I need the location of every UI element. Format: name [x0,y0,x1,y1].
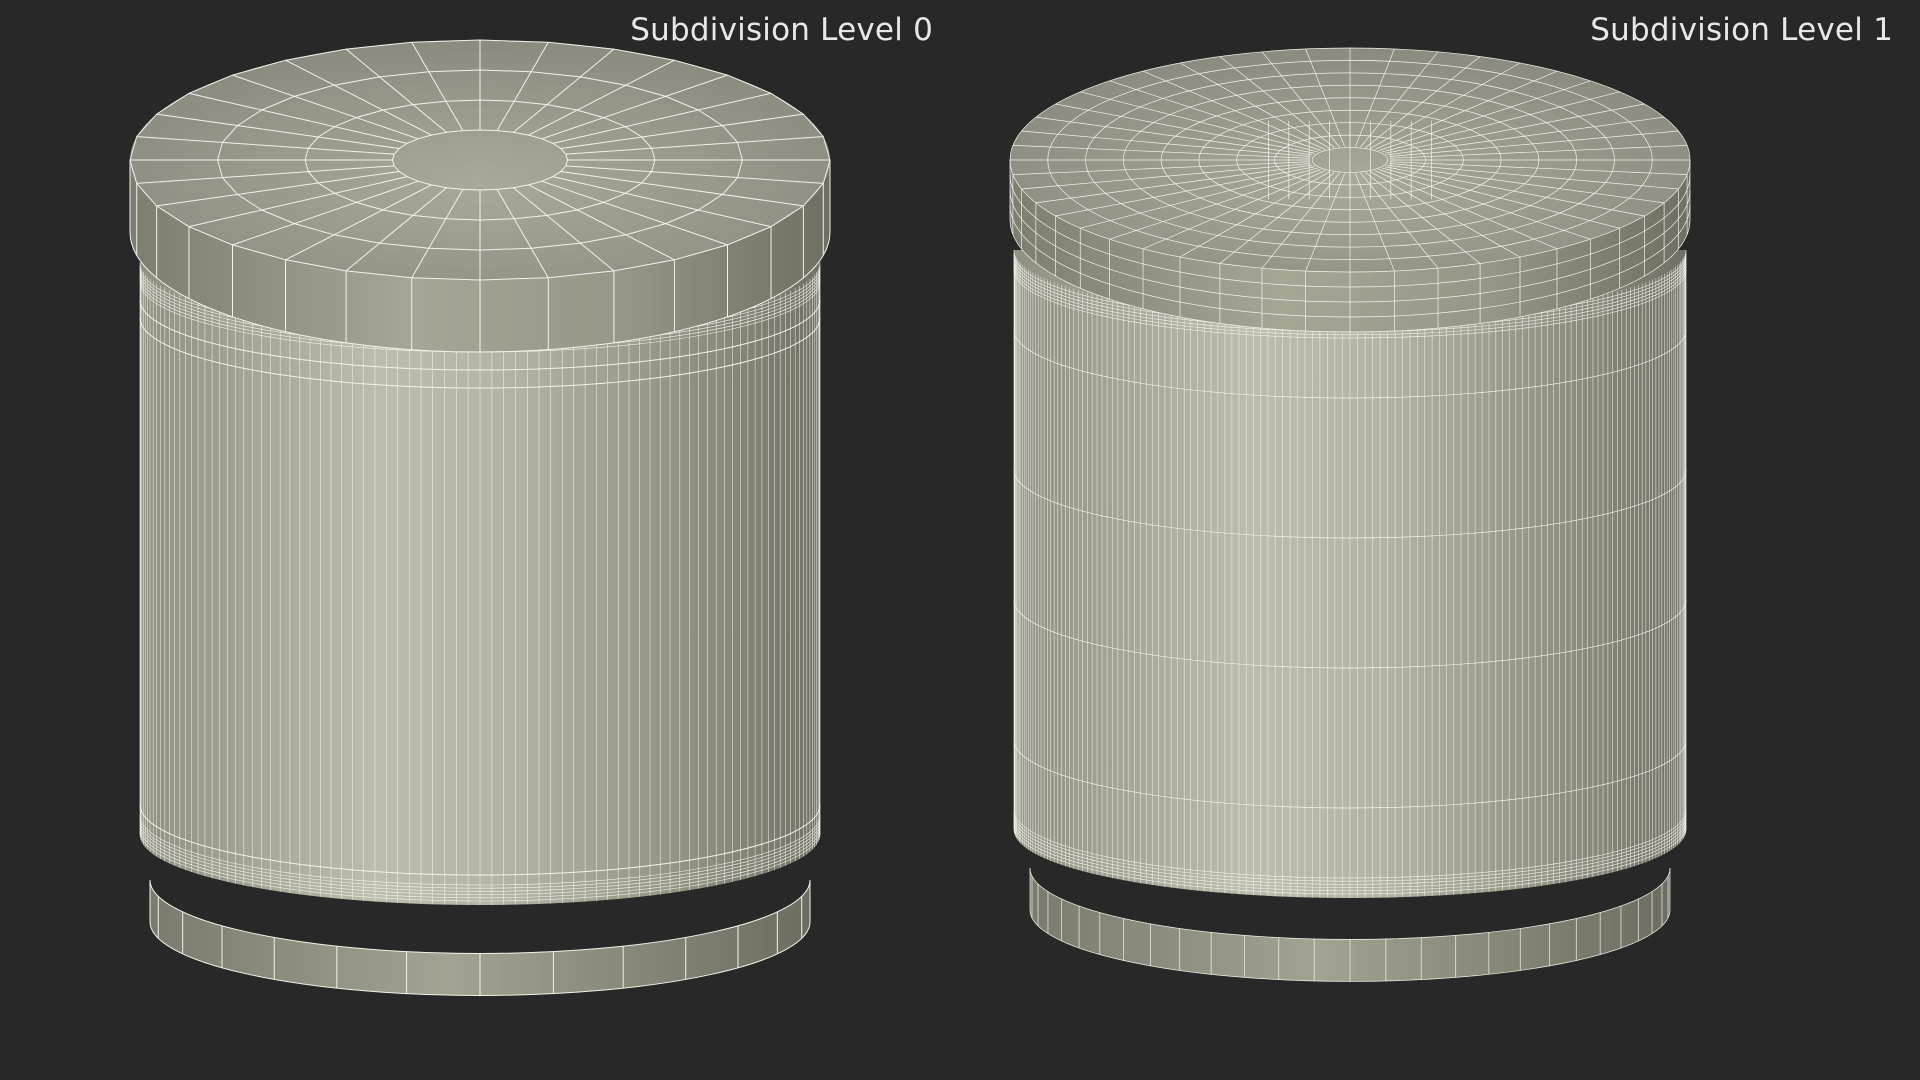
can-subdivision-level-0 [129,39,831,996]
can-subdivision-level-1 [1009,47,1691,982]
viewport: Subdivision Level 0 Subdivision Level 1 [0,0,1920,1080]
subdivision-level-1-label: Subdivision Level 1 [1590,12,1893,48]
subdivision-level-0-label: Subdivision Level 0 [630,12,933,48]
render-scene [129,39,1691,996]
